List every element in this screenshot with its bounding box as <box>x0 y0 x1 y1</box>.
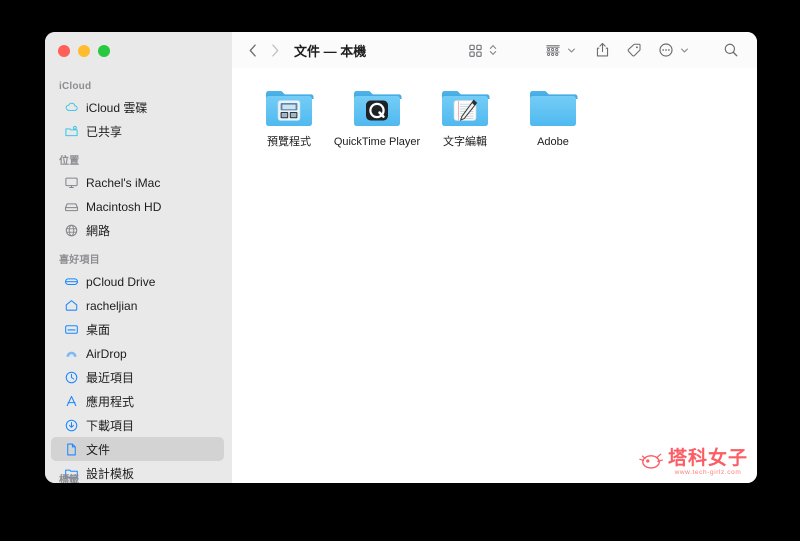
applications-icon <box>64 394 79 409</box>
view-mode-control[interactable] <box>463 38 497 62</box>
file-name: 文字編輯 <box>443 136 487 148</box>
file-name: Adobe <box>537 136 569 148</box>
file-item-preview[interactable]: 預覽程式 <box>246 85 332 149</box>
file-name: QuickTime Player <box>333 136 421 148</box>
harddisk-icon <box>64 199 79 214</box>
search-icon[interactable] <box>719 38 743 62</box>
desktop-icon <box>64 322 79 337</box>
sidebar-item-macintosh-hd[interactable]: Macintosh HD <box>51 194 224 218</box>
sidebar-item-label: Macintosh HD <box>86 199 162 214</box>
toolbar: 文件 — 本機 <box>232 32 757 68</box>
group-by-control[interactable] <box>541 38 576 62</box>
file-item-adobe[interactable]: Adobe <box>510 85 596 149</box>
clock-icon <box>64 370 79 385</box>
sidebar-item-label: 桌面 <box>86 322 111 337</box>
sidebar: iCloud iCloud 雲碟 已共享 位置 Rachel's iMac Ma… <box>45 32 232 483</box>
file-item-quicktime-player[interactable]: QuickTime Player <box>334 85 420 149</box>
watermark-url: www.tech-girlz.com <box>674 469 742 476</box>
sidebar-item-recents[interactable]: 最近項目 <box>51 365 224 389</box>
sidebar-item-shared[interactable]: 已共享 <box>51 119 224 143</box>
chevron-down-icon[interactable] <box>567 46 576 55</box>
sidebar-item-label: pCloud Drive <box>86 274 156 289</box>
close-button[interactable] <box>58 45 70 57</box>
sidebar-item-racheljian[interactable]: racheljian <box>51 293 224 317</box>
sidebar-item-network[interactable]: 網路 <box>51 218 224 242</box>
forward-button[interactable] <box>264 39 286 61</box>
sidebar-section-header-icloud: iCloud <box>59 81 92 92</box>
watermark-text: 塔科女子 www.tech-girlz.com <box>668 449 748 477</box>
imac-icon <box>64 175 79 190</box>
airdrop-icon <box>64 346 79 361</box>
sidebar-item-label: 下載項目 <box>86 418 135 433</box>
tag-icon[interactable] <box>622 38 646 62</box>
sidebar-item-label: 設計模板 <box>86 466 135 481</box>
sidebar-item-label: iCloud 雲碟 <box>86 100 148 115</box>
ellipsis-circle-icon[interactable] <box>654 38 678 62</box>
sidebar-scroll[interactable]: iCloud iCloud 雲碟 已共享 位置 Rachel's iMac Ma… <box>45 68 232 483</box>
home-icon <box>64 298 79 313</box>
file-grid[interactable]: 預覽程式 QuickTime Player 文字編輯 Adobe <box>232 68 757 483</box>
sidebar-item-desktop[interactable]: 桌面 <box>51 317 224 341</box>
sidebar-item-rachels-imac[interactable]: Rachel's iMac <box>51 170 224 194</box>
maximize-button[interactable] <box>98 45 110 57</box>
downloads-icon <box>64 418 79 433</box>
sidebar-item-label: 文件 <box>86 442 111 457</box>
sidebar-section-header-tags: 標籤 <box>59 475 79 483</box>
sidebar-item-airdrop[interactable]: AirDrop <box>51 341 224 365</box>
sidebar-item-documents[interactable]: 文件 <box>51 437 224 461</box>
sidebar-item-label: AirDrop <box>86 346 127 361</box>
cloud-icon <box>64 100 79 115</box>
folder-textedit-icon <box>437 85 493 131</box>
sidebar-section-header-locations: 位置 <box>59 156 80 167</box>
watermark-logo-icon <box>638 450 664 477</box>
shared-folder-icon <box>64 124 79 139</box>
folder-plain-icon <box>525 85 581 131</box>
sidebar-item-label: racheljian <box>86 298 138 313</box>
sidebar-item-icloud-drive[interactable]: iCloud 雲碟 <box>51 95 224 119</box>
sidebar-item-label: 最近項目 <box>86 370 135 385</box>
finder-window: iCloud iCloud 雲碟 已共享 位置 Rachel's iMac Ma… <box>45 32 757 483</box>
chevron-down-icon[interactable] <box>680 46 689 55</box>
more-actions-control[interactable] <box>654 38 689 62</box>
sidebar-item-label: 網路 <box>86 223 111 238</box>
folder-preview-icon <box>261 85 317 131</box>
external-drive-icon <box>64 274 79 289</box>
window-controls <box>45 32 232 68</box>
minimize-button[interactable] <box>78 45 90 57</box>
folder-quicktime-icon <box>349 85 405 131</box>
sidebar-item-pcloud-drive[interactable]: pCloud Drive <box>51 269 224 293</box>
content-pane: 文件 — 本機 預覽程式 QuickTime Player 文字編輯 Adobe… <box>232 32 757 483</box>
sidebar-item-applications[interactable]: 應用程式 <box>51 389 224 413</box>
sidebar-item-label: 應用程式 <box>86 394 135 409</box>
file-name: 預覽程式 <box>267 136 311 148</box>
watermark: 塔科女子 www.tech-girlz.com <box>638 449 748 477</box>
page-title: 文件 — 本機 <box>294 43 367 59</box>
sidebar-item-label: 已共享 <box>86 124 123 139</box>
sidebar-item-downloads[interactable]: 下載項目 <box>51 413 224 437</box>
file-item-textedit[interactable]: 文字編輯 <box>422 85 508 149</box>
document-icon <box>64 442 79 457</box>
share-icon[interactable] <box>590 38 614 62</box>
network-globe-icon <box>64 223 79 238</box>
back-button[interactable] <box>242 39 264 61</box>
watermark-name: 塔科女子 <box>667 448 748 469</box>
grid-view-icon[interactable] <box>463 38 487 62</box>
sidebar-section-header-favorites: 喜好項目 <box>59 255 100 266</box>
group-by-icon[interactable] <box>541 38 565 62</box>
chevron-updown-icon[interactable] <box>489 43 497 57</box>
sidebar-item-label: Rachel's iMac <box>86 175 161 190</box>
